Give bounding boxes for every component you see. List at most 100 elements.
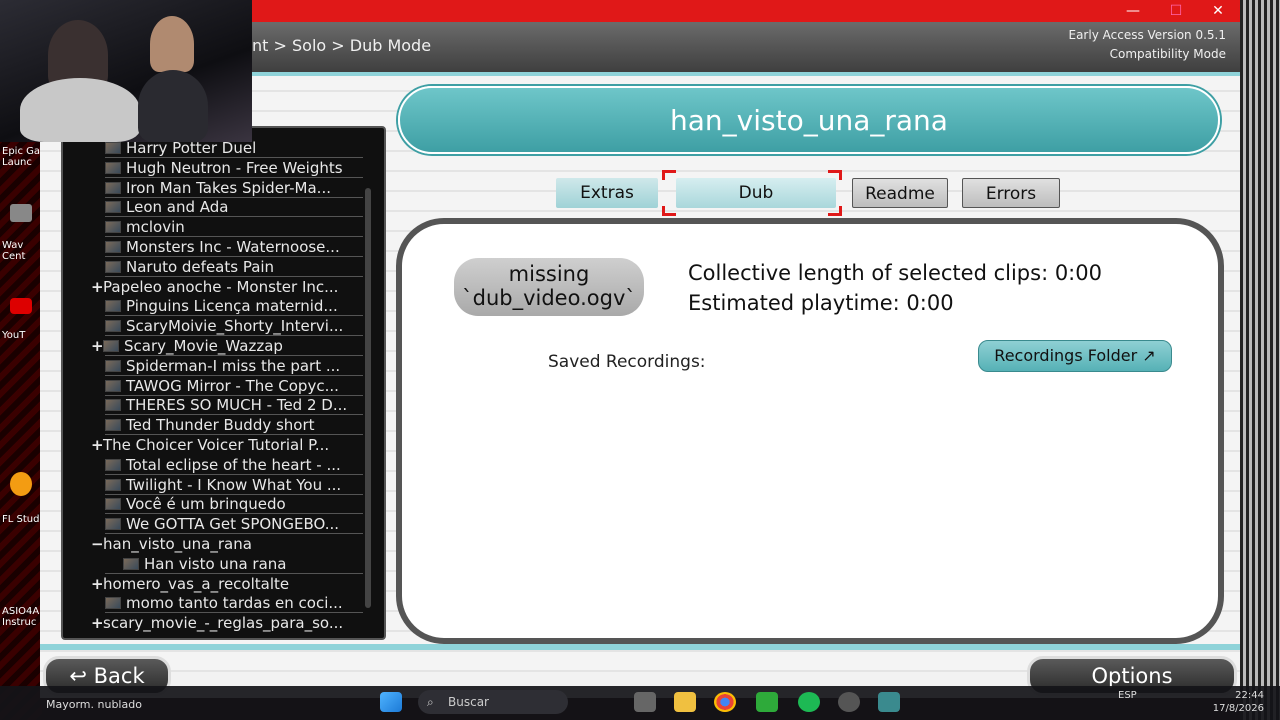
app-green-icon[interactable] — [756, 692, 778, 712]
file-tree[interactable]: Harry Potter Duel Hugh Neutron - Free Wei… — [61, 126, 386, 640]
tree-item-label: We GOTTA Get SPONGEBO... — [126, 515, 340, 534]
tree-item[interactable]: −han_visto_una_rana — [91, 534, 252, 554]
tree-item-label: Monsters Inc - Waternoose... — [126, 238, 340, 256]
active-app-icon[interactable] — [878, 692, 900, 712]
missing-filename: `dub_video.ogv` — [462, 286, 636, 310]
tree-item[interactable]: ScaryMoivie_Shorty_Intervi... — [105, 316, 343, 336]
file-explorer-icon[interactable] — [674, 692, 696, 712]
screen: Epic Ga Launc Wav Cent YouT FL Stud ASIO… — [0, 0, 1280, 720]
desktop-icon-fl-studio-label-wrap[interactable]: FL Stud — [2, 514, 42, 525]
tree-item-label: The Choicer Voicer Tutorial P... — [103, 436, 330, 454]
video-thumbnail-icon — [105, 419, 121, 432]
expand-icon[interactable]: + — [91, 613, 104, 633]
desktop-icon-asio[interactable]: ASIO4A Instruc — [2, 606, 42, 628]
fl-studio-label: FL Stud — [2, 514, 40, 525]
tree-item[interactable]: We GOTTA Get SPONGEBO... — [105, 514, 339, 534]
asio-label: ASIO4A Instruc — [2, 606, 40, 628]
tree-item-label: Pinguins Licença maternid... — [126, 297, 338, 316]
footer-divider — [40, 644, 1240, 650]
video-thumbnail-icon — [105, 161, 121, 174]
fl-studio-icon — [10, 472, 32, 496]
tree-item-label: Han visto una rana — [144, 554, 287, 573]
expand-icon[interactable]: + — [91, 574, 104, 594]
tree-item[interactable]: Han visto una rana — [123, 554, 286, 574]
tree-item[interactable]: Iron Man Takes Spider-Ma... — [105, 178, 331, 198]
tree-item[interactable]: +The Choicer Voicer Tutorial P... — [91, 435, 329, 455]
selection-corner-tl — [662, 170, 676, 180]
expand-icon[interactable]: + — [91, 277, 104, 297]
desktop-icon-waves-label-wrap[interactable]: Wav Cent — [2, 240, 42, 262]
tree-item-label: Hugh Neutron - Free Weights — [126, 158, 343, 177]
tree-scrollbar[interactable] — [365, 188, 371, 608]
dub-panel: missing `dub_video.ogv` Collective lengt… — [396, 218, 1224, 644]
selection-corner-tr — [828, 170, 842, 180]
tree-item[interactable]: Hugh Neutron - Free Weights — [105, 158, 343, 178]
tab-errors[interactable]: Errors — [962, 178, 1060, 208]
waves-label: Wav Cent — [2, 240, 26, 262]
desktop-icon-youtube[interactable] — [2, 298, 42, 326]
time: 22:44 — [1235, 690, 1264, 701]
epic-games-label: Epic Ga Launc — [2, 146, 40, 168]
tree-item[interactable]: TAWOG Mirror - The Copyc... — [105, 376, 339, 396]
tree-item-label: TAWOG Mirror - The Copyc... — [126, 376, 339, 395]
weather-widget[interactable]: Mayorm. nublado — [46, 698, 142, 711]
clock[interactable]: 22:44 17/8/2026 — [1200, 689, 1264, 715]
tab-extras[interactable]: Extras — [556, 178, 658, 208]
tree-item-label: Você é um brinquedo — [126, 495, 286, 514]
tree-item[interactable]: Total eclipse of the heart - ... — [105, 455, 341, 475]
tree-item-label: ScaryMoivie_Shorty_Intervi... — [126, 317, 344, 336]
missing-video-placeholder: missing `dub_video.ogv` — [454, 258, 644, 316]
tree-item[interactable]: momo tanto tardas en coci... — [105, 593, 343, 613]
tree-item[interactable]: THERES SO MUCH - Ted 2 D... — [105, 395, 347, 415]
obs-icon[interactable] — [838, 692, 860, 712]
desktop-icon-fl-studio[interactable] — [2, 472, 42, 512]
tree-item[interactable]: +homero_vas_a_recoltalte — [91, 574, 289, 594]
tree-item[interactable]: mclovin — [105, 217, 185, 237]
tree-item[interactable]: Ted Thunder Buddy short — [105, 415, 315, 435]
desktop-background-right — [1240, 0, 1280, 720]
desktop-icon-youtube-label-wrap[interactable]: YouT — [2, 330, 42, 341]
compatibility-label: Compatibility Mode — [1109, 47, 1226, 61]
tree-item[interactable]: + Scary_Movie_Wazzap — [91, 336, 283, 356]
recordings-folder-button[interactable]: Recordings Folder ↗ — [978, 340, 1172, 372]
tree-item[interactable]: Naruto defeats Pain — [105, 257, 274, 277]
video-thumbnail-icon — [105, 458, 121, 471]
desktop-icon-epic-games[interactable]: Epic Ga Launc — [2, 146, 42, 168]
project-title: han_visto_una_rana — [670, 104, 948, 137]
waves-icon — [10, 204, 32, 222]
tree-item[interactable]: Pinguins Licença maternid... — [105, 296, 338, 316]
language-indicator[interactable]: ESP — [1118, 689, 1137, 702]
taskbar-search[interactable]: ⌕ Buscar — [418, 690, 568, 714]
windows-start-icon[interactable] — [380, 692, 402, 712]
task-view-icon[interactable] — [634, 692, 656, 712]
desktop-icon-waves[interactable] — [2, 204, 42, 240]
version-label: Early Access Version 0.5.1 — [1068, 28, 1227, 42]
expand-icon[interactable]: + — [91, 336, 104, 356]
tree-item-label: Spiderman-I miss the part ... — [126, 356, 341, 375]
selection-corner-br — [828, 206, 842, 216]
tree-item-label: han_visto_una_rana — [103, 535, 252, 553]
tree-item[interactable]: Spiderman-I miss the part ... — [105, 356, 340, 376]
saved-recordings-label: Saved Recordings: — [548, 352, 706, 372]
collapse-icon[interactable]: − — [91, 534, 104, 554]
close-button[interactable]: ✕ — [1198, 0, 1238, 22]
maximize-button[interactable]: ☐ — [1156, 0, 1196, 22]
video-thumbnail-icon — [105, 597, 121, 610]
tree-item[interactable]: Monsters Inc - Waternoose... — [105, 237, 340, 257]
webcam-hoodie — [20, 78, 140, 142]
minimize-button[interactable]: — — [1113, 0, 1153, 22]
chrome-icon[interactable] — [714, 692, 736, 712]
tree-item[interactable]: Você é um brinquedo — [105, 494, 286, 514]
tree-item-label: Twilight - I Know What You ... — [126, 475, 342, 494]
tab-dub[interactable]: Dub — [676, 178, 836, 208]
tree-item[interactable]: Leon and Ada — [105, 197, 228, 217]
estimated-playtime: Estimated playtime: 0:00 — [688, 291, 954, 315]
tree-item[interactable]: +Papeleo anoche - Monster Inc... — [91, 277, 338, 297]
spotify-icon[interactable] — [798, 692, 820, 712]
tree-item[interactable]: +scary_movie_-_reglas_para_so... — [91, 613, 343, 633]
expand-icon[interactable]: + — [91, 435, 104, 455]
tree-item-label: THERES SO MUCH - Ted 2 D... — [126, 396, 348, 415]
tree-item[interactable]: Twilight - I Know What You ... — [105, 475, 341, 495]
tab-readme[interactable]: Readme — [852, 178, 948, 208]
selection-corner-bl — [662, 206, 676, 216]
